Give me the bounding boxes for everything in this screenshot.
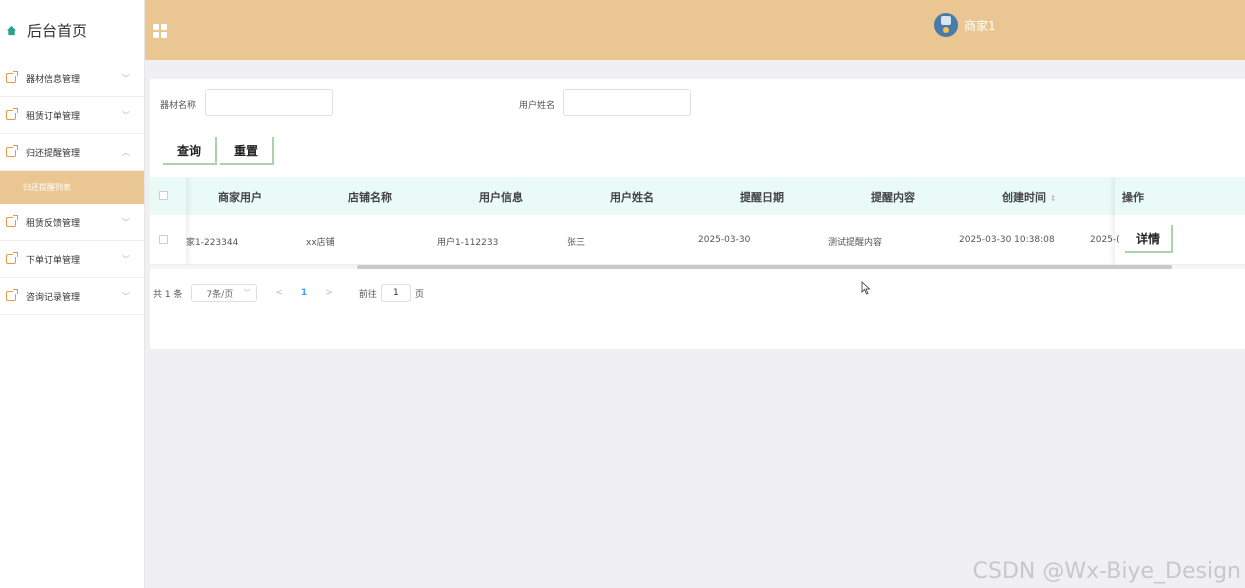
sort-icon[interactable]: ⇕: [1050, 194, 1057, 203]
current-page[interactable]: 1: [301, 288, 307, 298]
mouse-cursor-icon: [861, 281, 871, 295]
col-remind-date: 提醒日期: [740, 191, 784, 204]
goto-page-input[interactable]: 1: [380, 284, 411, 302]
equipment-name-input[interactable]: [205, 89, 333, 116]
sidebar-item-rental-orders[interactable]: 租赁订单管理 ﹀: [0, 97, 144, 134]
chevron-down-icon: ﹀: [122, 292, 130, 301]
cell-user-name: 张三: [567, 238, 586, 248]
menu-icon: [6, 71, 18, 83]
query-button[interactable]: 查询: [163, 137, 218, 165]
page-suffix: 页: [414, 289, 424, 300]
sidebar-item-label: 租赁反馈管理: [26, 218, 81, 229]
chevron-down-icon: ﹀: [122, 74, 130, 83]
col-merchant: 商家用户: [218, 191, 262, 204]
cell-created-at: 2025-03-30 10:38:08: [959, 235, 1055, 245]
cell-remind-content: 测试提醒内容: [828, 238, 883, 248]
next-page-button[interactable]: >: [325, 288, 333, 298]
avatar: [934, 13, 958, 37]
col-remind-content: 提醒内容: [871, 191, 915, 204]
prev-page-button[interactable]: <: [275, 288, 283, 298]
sidebar-item-place-orders[interactable]: 下单订单管理 ﹀: [0, 241, 144, 278]
col-created-at[interactable]: 创建时间 ⇕: [1002, 189, 1057, 205]
col-shop: 店铺名称: [348, 191, 392, 204]
sidebar-item-feedback[interactable]: 租赁反馈管理 ﹀: [0, 204, 144, 241]
sidebar-item-label: 归还提醒管理: [26, 148, 81, 159]
col-user-name: 用户姓名: [610, 191, 654, 204]
top-header: 商家1: [145, 0, 1245, 60]
chevron-down-icon: ﹀: [243, 289, 251, 297]
col-created-at-label: 创建时间: [1002, 191, 1046, 204]
search-form: 器材名称 用户姓名: [150, 89, 1245, 117]
sidebar-item-label: 租赁订单管理: [26, 111, 81, 122]
pagination: 共 1 条 7条/页 ﹀ < 1 > 前往 1 页: [153, 284, 424, 302]
menu-icon: [6, 289, 18, 301]
menu-icon: [6, 108, 18, 120]
scrollbar-thumb[interactable]: [357, 265, 1172, 269]
reset-button[interactable]: 重置: [220, 137, 275, 165]
watermark: CSDN @Wx-Biye_Design: [972, 559, 1241, 584]
table-header: 商家用户 店铺名称 用户信息 用户姓名 提醒日期 提醒内容 创建时间 ⇕ 操作: [150, 177, 1245, 215]
chevron-down-icon: ﹀: [122, 218, 130, 227]
sidebar: 后台首页 器材信息管理 ﹀ 租赁订单管理 ﹀ 归还提醒管理 ︿ 归还提醒列表 租…: [0, 0, 145, 588]
main-panel: 器材名称 用户姓名 查询 重置 商家用户 店铺名称 用户信息 用户姓名 提醒日期…: [150, 79, 1245, 349]
goto-label: 前往: [358, 289, 377, 300]
cell-remind-date: 2025-03-30: [698, 235, 751, 245]
user-name-input[interactable]: [563, 89, 691, 116]
col-user-info: 用户信息: [479, 191, 523, 204]
equipment-name-label: 器材名称: [160, 101, 197, 111]
table-row: 家1-223344 xx店铺 用户1-112233 张三 2025-03-30 …: [150, 215, 1245, 265]
sidebar-subitem-reminder-list[interactable]: 归还提醒列表: [0, 171, 144, 204]
chevron-down-icon: ﹀: [122, 111, 130, 120]
sidebar-item-return-reminder[interactable]: 归还提醒管理 ︿: [0, 134, 144, 171]
cell-shop: xx店铺: [306, 238, 335, 248]
grid-menu-icon[interactable]: [153, 24, 167, 38]
chevron-up-icon: ︿: [122, 148, 130, 157]
cell-merchant: 家1-223344: [186, 238, 239, 248]
chevron-down-icon: ﹀: [122, 255, 130, 264]
menu-icon: [6, 215, 18, 227]
total-count: 共 1 条: [153, 289, 183, 300]
menu-icon: [6, 252, 18, 264]
sidebar-item-label: 器材信息管理: [26, 74, 81, 85]
user-menu[interactable]: 商家1: [934, 13, 996, 37]
horizontal-scrollbar[interactable]: [150, 265, 1245, 269]
brand-title: 后台首页: [27, 21, 88, 40]
fixed-left-column: [150, 177, 186, 265]
home-link[interactable]: 后台首页: [0, 0, 144, 60]
detail-button[interactable]: 详情: [1125, 225, 1174, 253]
page-size-select[interactable]: 7条/页 ﹀: [191, 284, 258, 302]
home-icon: [6, 25, 17, 35]
sidebar-item-equipment[interactable]: 器材信息管理 ﹀: [0, 60, 144, 97]
data-table: 商家用户 店铺名称 用户信息 用户姓名 提醒日期 提醒内容 创建时间 ⇕ 操作 …: [150, 177, 1245, 269]
user-name-label: 用户姓名: [519, 101, 556, 111]
sidebar-item-label: 下单订单管理: [26, 255, 81, 266]
menu-icon: [6, 145, 18, 157]
sidebar-item-consult[interactable]: 咨询记录管理 ﹀: [0, 278, 144, 315]
cell-user-info: 用户1-112233: [437, 238, 499, 248]
page-size-value: 7条/页: [206, 289, 234, 300]
username: 商家1: [964, 18, 996, 33]
sidebar-item-label: 咨询记录管理: [26, 292, 81, 303]
